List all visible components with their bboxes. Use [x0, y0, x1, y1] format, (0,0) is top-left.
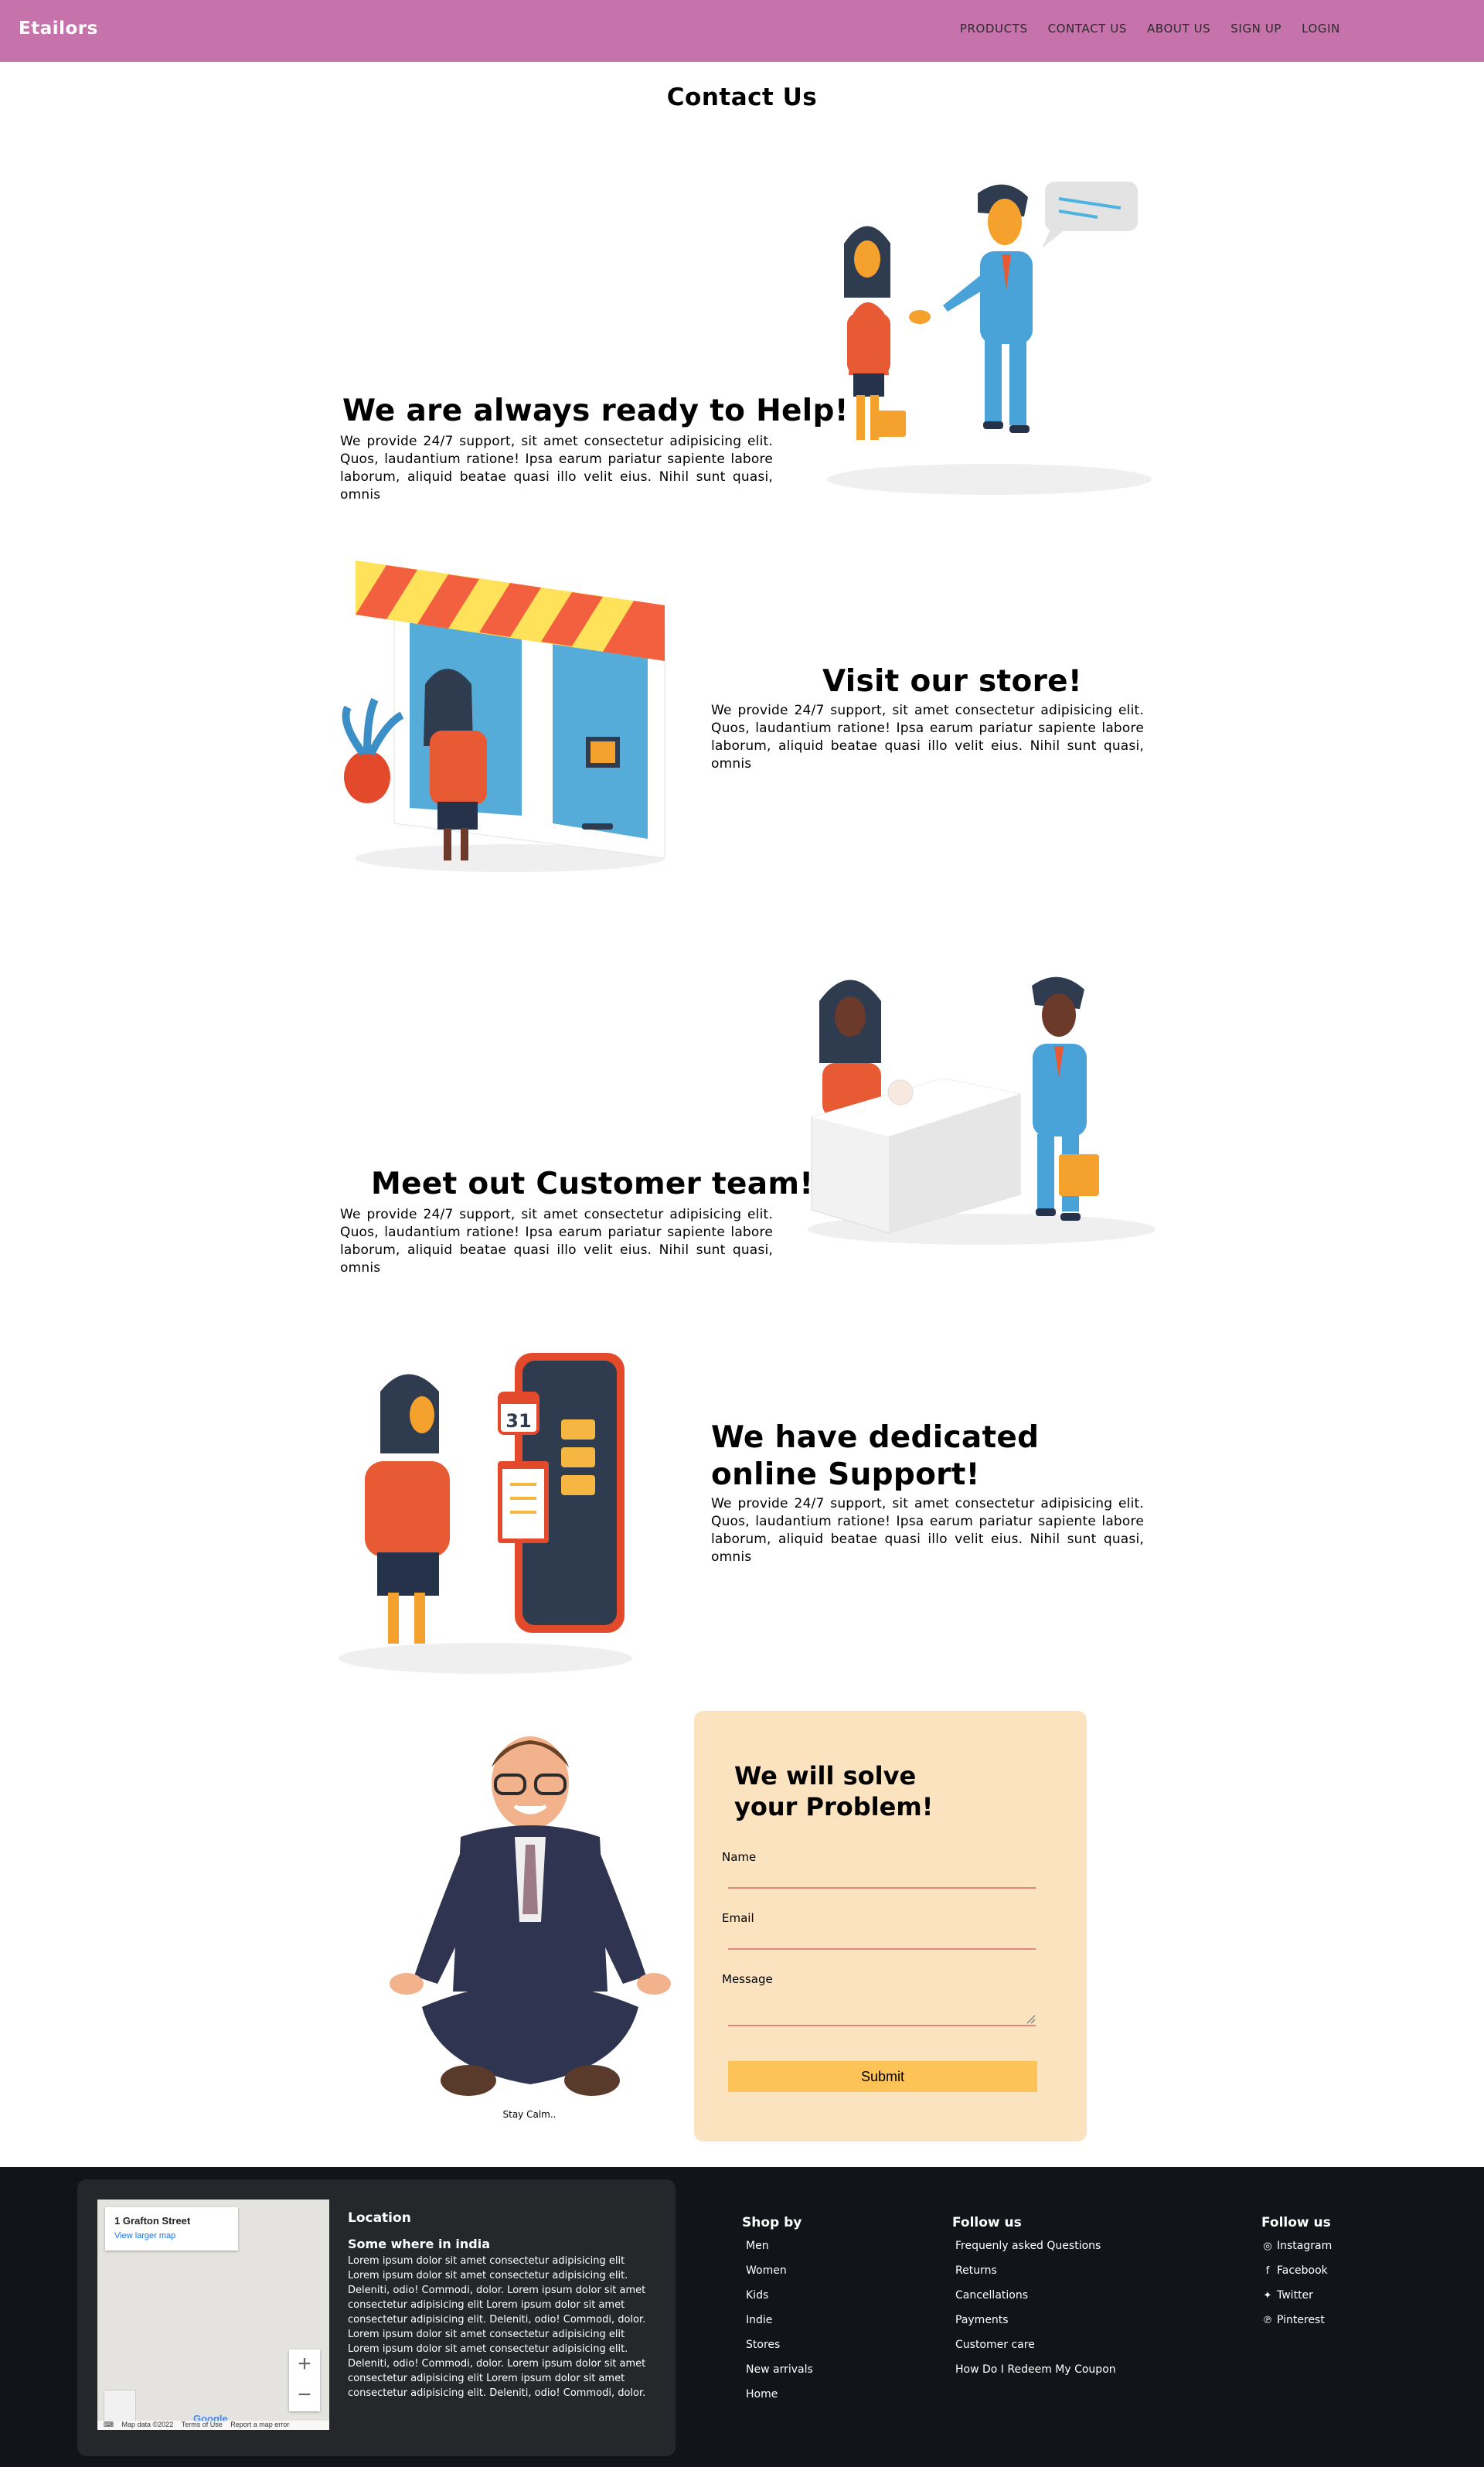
textarea-resize-icon[interactable] [1025, 2013, 1036, 2024]
social-list: ◎ Instagram f Facebook ✦ Twitter ℗ Pinterest [1261, 2240, 1333, 2339]
section-heading-customer-team: Meet out Customer team! [371, 1167, 814, 1201]
nav-links: PRODUCTS CONTACT US ABOUT US SIGN UP LOG… [940, 22, 1340, 36]
message-label: Message [722, 1972, 773, 1986]
location-title: Location [348, 2210, 411, 2226]
terms-of-use-link[interactable]: Terms of Use [182, 2421, 223, 2428]
support-handshake-illustration [827, 182, 1152, 495]
page-title: Contact Us [666, 83, 818, 111]
shop-link-indie[interactable]: Indie [746, 2314, 813, 2339]
view-larger-map-link[interactable]: View larger map [114, 2231, 175, 2240]
message-textarea[interactable] [728, 2008, 1036, 2026]
form-heading: We will solve your Problem! [734, 1761, 934, 1821]
instagram-icon: ◎ [1263, 2240, 1272, 2252]
social-column-title: Follow us [1261, 2215, 1331, 2230]
social-label: Pinterest [1277, 2314, 1325, 2326]
email-label: Email [722, 1911, 754, 1925]
twitter-icon: ✦ [1263, 2290, 1272, 2302]
brand-logo[interactable]: Etailors [19, 19, 98, 39]
nav-contact-us[interactable]: CONTACT US [1048, 22, 1127, 36]
section-text-help: We provide 24/7 support, sit amet consec… [340, 434, 773, 503]
pinterest-icon: ℗ [1262, 2315, 1273, 2326]
help-link-cancellations[interactable]: Cancellations [955, 2289, 1116, 2314]
name-underline [728, 1873, 1036, 1889]
map-zoom-controls: + − [289, 2349, 320, 2411]
section-heading-store: Visit our store! [822, 664, 1082, 699]
online-support-illustration: 31 [339, 1353, 632, 1674]
shop-link-women[interactable]: Women [746, 2264, 813, 2289]
help-list: Frequenly asked Questions Returns Cancel… [955, 2240, 1116, 2388]
help-link-customer-care[interactable]: Customer care [955, 2339, 1116, 2363]
store-illustration [342, 561, 665, 872]
section-text-store: We provide 24/7 support, sit amet consec… [711, 703, 1144, 772]
social-label: Facebook [1277, 2264, 1328, 2277]
shop-link-men[interactable]: Men [746, 2240, 813, 2264]
meditating-man-illustration [390, 1736, 671, 2096]
help-column-title: Follow us [952, 2215, 1022, 2230]
location-description: Lorem ipsum dolor sit amet consectetur a… [348, 2255, 646, 2399]
social-label: Twitter [1277, 2289, 1313, 2302]
map-address: 1 Grafton Street [114, 2215, 191, 2227]
section-text-online-support: We provide 24/7 support, sit amet consec… [711, 1496, 1144, 1565]
zoom-out-button[interactable]: − [289, 2380, 320, 2411]
help-link-payments[interactable]: Payments [955, 2314, 1116, 2339]
shop-link-stores[interactable]: Stores [746, 2339, 813, 2363]
nav-products[interactable]: PRODUCTS [960, 22, 1028, 36]
location-subtitle: Some where in india [348, 2237, 490, 2251]
map-info-window: 1 Grafton Street View larger map [105, 2207, 238, 2251]
street-view-pegman-icon[interactable] [104, 2390, 136, 2422]
keyboard-icon[interactable]: ⌨ [104, 2421, 114, 2428]
nav-about-us[interactable]: ABOUT US [1147, 22, 1210, 36]
footer: 1 Grafton Street View larger map + − Goo… [0, 2167, 1484, 2467]
shop-link-new-arrivals[interactable]: New arrivals [746, 2363, 813, 2388]
social-link-facebook[interactable]: f Facebook [1261, 2264, 1332, 2289]
shop-by-title: Shop by [742, 2215, 802, 2230]
zoom-in-button[interactable]: + [289, 2349, 320, 2380]
shop-link-kids[interactable]: Kids [746, 2289, 813, 2314]
name-label: Name [722, 1850, 757, 1864]
contact-form-card: We will solve your Problem! Name Email M… [694, 1711, 1087, 2142]
shop-link-home[interactable]: Home [746, 2388, 813, 2413]
help-link-returns[interactable]: Returns [955, 2264, 1116, 2289]
section-heading-help: We are always ready to Help! [342, 394, 849, 428]
report-map-error-link[interactable]: Report a map error [230, 2421, 289, 2428]
submit-button[interactable]: Submit [728, 2061, 1037, 2092]
social-label: Instagram [1277, 2240, 1333, 2252]
location-card: 1 Grafton Street View larger map + − Goo… [77, 2179, 676, 2456]
nav-sign-up[interactable]: SIGN UP [1230, 22, 1281, 36]
social-link-twitter[interactable]: ✦ Twitter [1261, 2289, 1332, 2314]
navbar: Etailors PRODUCTS CONTACT US ABOUT US SI… [0, 0, 1484, 62]
customer-team-illustration [808, 976, 1156, 1245]
help-link-faq[interactable]: Frequenly asked Questions [955, 2240, 1116, 2264]
social-link-pinterest[interactable]: ℗ Pinterest [1261, 2314, 1332, 2339]
shop-by-list: Men Women Kids Indie Stores New arrivals… [746, 2240, 813, 2413]
nav-login[interactable]: LOGIN [1302, 22, 1340, 36]
email-underline [728, 1934, 1036, 1950]
section-heading-online-support: We have dedicated online Support! [711, 1420, 1040, 1492]
facebook-icon: f [1265, 2265, 1270, 2277]
map-attribution: ⌨ Map data ©2022 Terms of Use Report a m… [97, 2421, 329, 2430]
social-link-instagram[interactable]: ◎ Instagram [1261, 2240, 1332, 2264]
svg-text:31: 31 [505, 1410, 531, 1432]
embedded-map[interactable]: 1 Grafton Street View larger map + − Goo… [97, 2200, 329, 2430]
help-link-redeem-coupon[interactable]: How Do I Redeem My Coupon [955, 2363, 1116, 2388]
section-text-customer-team: We provide 24/7 support, sit amet consec… [340, 1207, 773, 1276]
map-data-text: Map data ©2022 [121, 2421, 174, 2428]
